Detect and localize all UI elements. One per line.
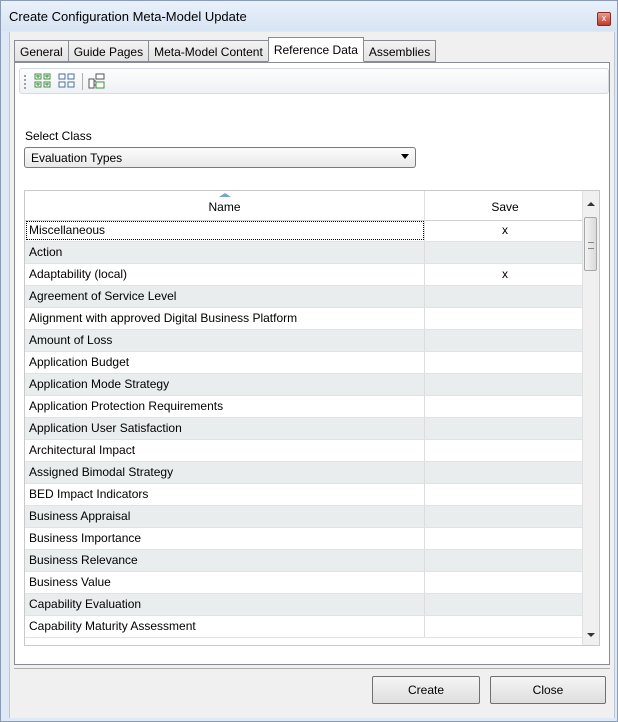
row-name-cell[interactable]: Adaptability (local) <box>25 264 425 285</box>
table-row[interactable]: Business Appraisal <box>25 506 585 528</box>
row-name-cell[interactable]: Business Importance <box>25 528 425 549</box>
row-save-cell[interactable] <box>425 374 585 395</box>
scroll-grip-icon <box>588 242 594 249</box>
collapse-all-icon[interactable] <box>58 73 76 89</box>
tab-meta-model-content[interactable]: Meta-Model Content <box>148 40 268 62</box>
row-name-cell[interactable]: BED Impact Indicators <box>25 484 425 505</box>
row-name-cell[interactable]: Amount of Loss <box>25 330 425 351</box>
tab-strip: General Guide Pages Meta-Model Content R… <box>14 37 437 63</box>
row-save-cell[interactable] <box>425 242 585 263</box>
table-row[interactable]: Business Value <box>25 572 585 594</box>
row-save-cell[interactable] <box>425 352 585 373</box>
grid-header: Name Save <box>25 191 585 221</box>
row-name-cell[interactable]: Assigned Bimodal Strategy <box>25 462 425 483</box>
window-title: Create Configuration Meta-Model Update <box>9 9 247 24</box>
table-row[interactable]: Application Budget <box>25 352 585 374</box>
tab-guide-pages[interactable]: Guide Pages <box>67 40 149 62</box>
row-save-cell[interactable]: x <box>425 220 585 241</box>
row-save-cell[interactable] <box>425 330 585 351</box>
table-row[interactable]: Capability Maturity Assessment <box>25 616 585 638</box>
table-row[interactable]: Action <box>25 242 585 264</box>
column-header-name[interactable]: Name <box>25 191 425 220</box>
table-row[interactable]: Architectural Impact <box>25 440 585 462</box>
reference-data-panel: Select Class Evaluation Types Name Save … <box>14 62 610 665</box>
toolbar <box>19 68 609 94</box>
row-save-cell[interactable] <box>425 418 585 439</box>
dialog-body: General Guide Pages Meta-Model Content R… <box>9 32 615 718</box>
tab-reference-data[interactable]: Reference Data <box>267 37 364 62</box>
row-name-cell[interactable]: Action <box>25 242 425 263</box>
table-row[interactable]: Assigned Bimodal Strategy <box>25 462 585 484</box>
row-save-cell[interactable] <box>425 616 585 637</box>
row-name-cell[interactable]: Application Budget <box>25 352 425 373</box>
close-button[interactable]: Close <box>490 676 606 704</box>
row-name-cell[interactable]: Capability Maturity Assessment <box>25 616 425 637</box>
tab-general[interactable]: General <box>14 40 68 62</box>
row-name-cell[interactable]: Alignment with approved Digital Business… <box>25 308 425 329</box>
chevron-down-icon[interactable] <box>401 154 409 159</box>
select-class-dropdown[interactable]: Evaluation Types <box>24 147 416 168</box>
select-class-label: Select Class <box>25 129 92 143</box>
row-save-cell[interactable]: x <box>425 264 585 285</box>
table-row[interactable]: Miscellaneous x <box>25 220 585 242</box>
close-window-button[interactable]: x <box>597 12 611 26</box>
row-save-cell[interactable] <box>425 550 585 571</box>
vertical-scrollbar[interactable] <box>582 191 599 645</box>
reference-data-grid: Name Save Miscellaneous x Action Adaptabili… <box>24 190 600 646</box>
sort-ascending-icon <box>218 193 231 197</box>
table-row[interactable]: Application Protection Requirements <box>25 396 585 418</box>
row-save-cell[interactable] <box>425 308 585 329</box>
row-name-cell[interactable]: Business Value <box>25 572 425 593</box>
table-row[interactable]: Alignment with approved Digital Business… <box>25 308 585 330</box>
row-save-cell[interactable] <box>425 440 585 461</box>
toolbar-grip[interactable] <box>24 75 28 89</box>
table-row[interactable]: Amount of Loss <box>25 330 585 352</box>
table-row[interactable]: BED Impact Indicators <box>25 484 585 506</box>
row-save-cell[interactable] <box>425 528 585 549</box>
table-row[interactable]: Agreement of Service Level <box>25 286 585 308</box>
footer-divider <box>14 668 610 669</box>
table-row[interactable]: Business Importance <box>25 528 585 550</box>
select-class-value: Evaluation Types <box>31 151 123 165</box>
row-name-cell[interactable]: Application Protection Requirements <box>25 396 425 417</box>
row-save-cell[interactable] <box>425 462 585 483</box>
table-row[interactable]: Capability Evaluation <box>25 594 585 616</box>
row-name-cell[interactable]: Capability Evaluation <box>25 594 425 615</box>
row-save-cell[interactable] <box>425 594 585 615</box>
hierarchy-icon[interactable] <box>88 73 106 89</box>
row-save-cell[interactable] <box>425 396 585 417</box>
row-save-cell[interactable] <box>425 286 585 307</box>
row-name-cell[interactable]: Application User Satisfaction <box>25 418 425 439</box>
row-name-cell[interactable]: Application Mode Strategy <box>25 374 425 395</box>
scroll-down-icon[interactable] <box>587 633 595 637</box>
row-name-cell[interactable]: Business Relevance <box>25 550 425 571</box>
row-save-cell[interactable] <box>425 572 585 593</box>
expand-all-icon[interactable] <box>34 73 52 89</box>
tab-assemblies[interactable]: Assemblies <box>363 40 437 62</box>
row-save-cell[interactable] <box>425 484 585 505</box>
scroll-up-icon[interactable] <box>587 202 595 206</box>
create-button[interactable]: Create <box>372 676 480 704</box>
row-name-cell[interactable]: Miscellaneous <box>25 220 425 241</box>
title-bar[interactable]: Create Configuration Meta-Model Update x <box>1 1 617 31</box>
dialog-window: Create Configuration Meta-Model Update x… <box>0 0 618 722</box>
grid-rows: Miscellaneous x Action Adaptability (local)… <box>25 220 585 638</box>
column-header-save[interactable]: Save <box>425 191 585 220</box>
row-name-cell[interactable]: Business Appraisal <box>25 506 425 527</box>
column-header-name-label: Name <box>208 200 241 214</box>
toolbar-separator <box>82 73 83 90</box>
table-row[interactable]: Adaptability (local) x <box>25 264 585 286</box>
table-row[interactable]: Application Mode Strategy <box>25 374 585 396</box>
table-row[interactable]: Business Relevance <box>25 550 585 572</box>
row-save-cell[interactable] <box>425 506 585 527</box>
row-name-cell[interactable]: Architectural Impact <box>25 440 425 461</box>
table-row[interactable]: Application User Satisfaction <box>25 418 585 440</box>
scroll-thumb[interactable] <box>584 217 597 271</box>
row-name-cell[interactable]: Agreement of Service Level <box>25 286 425 307</box>
